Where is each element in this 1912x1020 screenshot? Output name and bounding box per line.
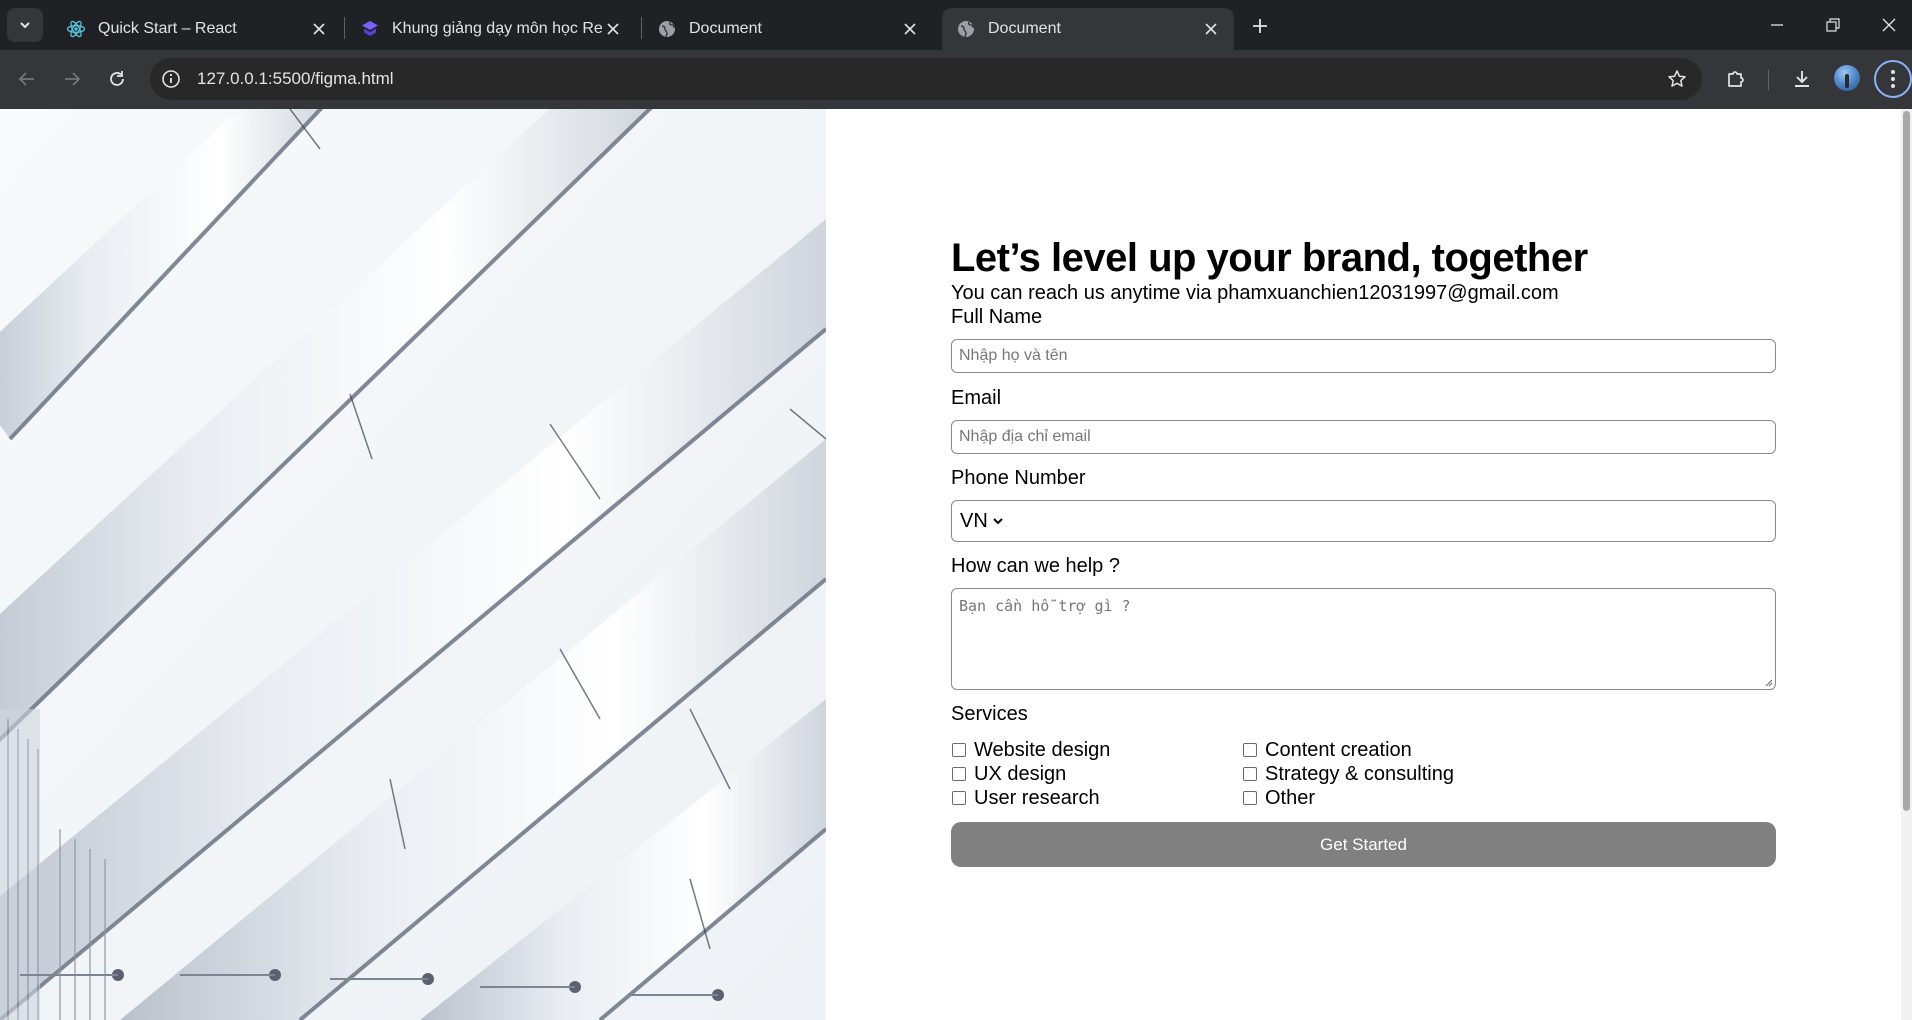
bookmark-star-icon[interactable] — [1666, 68, 1688, 90]
services-checklist: Website design Content creation UX desig… — [951, 738, 1776, 810]
full-name-label: Full Name — [951, 306, 1043, 328]
checkbox[interactable] — [1243, 743, 1257, 757]
arrow-right-icon — [65, 72, 81, 86]
service-content-creation[interactable]: Content creation — [1242, 738, 1533, 762]
browser-toolbar: 127.0.0.1:5500/figma.html — [0, 50, 1912, 109]
page-viewport: Let’s level up your brand, together You … — [0, 109, 1912, 1020]
close-icon[interactable] — [310, 20, 328, 38]
url-text[interactable]: 127.0.0.1:5500/figma.html — [197, 69, 394, 89]
reload-button[interactable] — [101, 63, 133, 95]
restore-button[interactable] — [1818, 10, 1848, 40]
minimize-icon — [1771, 24, 1783, 26]
tab-title: Quick Start – React — [98, 20, 237, 37]
plus-icon — [1253, 19, 1267, 33]
restore-icon — [1826, 18, 1840, 32]
address-bar[interactable]: 127.0.0.1:5500/figma.html — [150, 58, 1702, 100]
checkbox[interactable] — [952, 743, 966, 757]
back-button[interactable] — [11, 63, 43, 95]
service-user-research[interactable]: User research — [951, 786, 1242, 810]
close-window-button[interactable] — [1874, 10, 1904, 40]
close-icon[interactable] — [901, 20, 919, 38]
globe-icon — [956, 19, 976, 39]
hero-image — [0, 109, 826, 1020]
form-headline: Let’s level up your brand, together — [951, 236, 1588, 280]
tab-document-active[interactable]: Document — [942, 8, 1234, 50]
tab-course-outline[interactable]: Khung giảng dạy môn học React — [346, 8, 636, 50]
browser-menu-button[interactable] — [1874, 60, 1912, 98]
resize-grip-icon[interactable] — [1763, 677, 1773, 687]
chevron-down-icon — [20, 22, 30, 29]
minimize-button[interactable] — [1762, 10, 1792, 40]
tab-title: Khung giảng dạy môn học React — [392, 20, 602, 37]
tab-strip: Quick Start – React Khung giảng dạy môn … — [0, 0, 1912, 50]
reload-icon — [110, 71, 124, 86]
checkbox[interactable] — [952, 791, 966, 805]
email-label: Email — [951, 387, 1002, 409]
tab-title: Document — [988, 20, 1061, 37]
extensions-button[interactable] — [1720, 63, 1752, 95]
new-tab-button[interactable] — [1247, 13, 1273, 39]
service-strategy-consulting[interactable]: Strategy & consulting — [1242, 762, 1533, 786]
phone-label: Phone Number — [951, 467, 1086, 489]
downloads-button[interactable] — [1786, 63, 1818, 95]
profile-avatar[interactable] — [1834, 65, 1860, 91]
services-label: Services — [951, 703, 1028, 725]
close-icon[interactable] — [1202, 20, 1220, 38]
service-ux-design[interactable]: UX design — [951, 762, 1242, 786]
help-placeholder: Bạn cần hỗ trợ gì ? — [959, 597, 1131, 615]
chevron-down-icon — [993, 518, 1003, 525]
email-input[interactable]: Nhập địa chỉ email — [951, 420, 1776, 454]
help-textarea[interactable]: Bạn cần hỗ trợ gì ? — [951, 588, 1776, 690]
page-scrollbar[interactable] — [1901, 109, 1912, 1020]
arrow-left-icon — [18, 72, 34, 86]
course-icon — [360, 19, 380, 39]
checkbox[interactable] — [1243, 791, 1257, 805]
tab-divider — [641, 17, 642, 39]
download-icon — [1795, 71, 1809, 87]
checkbox[interactable] — [952, 767, 966, 781]
forward-button[interactable] — [56, 63, 88, 95]
tab-divider — [344, 17, 345, 39]
globe-icon — [657, 19, 677, 39]
tab-search-button[interactable] — [7, 8, 43, 42]
service-other[interactable]: Other — [1242, 786, 1533, 810]
tab-quick-start[interactable]: Quick Start – React — [52, 8, 342, 50]
full-name-placeholder: Nhập họ và tên — [959, 347, 1068, 364]
checkbox[interactable] — [1243, 767, 1257, 781]
scrollbar-thumb[interactable] — [1903, 111, 1910, 811]
email-placeholder: Nhập địa chỉ email — [959, 428, 1091, 445]
country-code-select[interactable]: VN — [960, 510, 988, 533]
react-icon — [66, 19, 86, 39]
contact-subline: You can reach us anytime via phamxuanchi… — [951, 282, 1559, 304]
get-started-button[interactable]: Get Started — [951, 822, 1776, 867]
puzzle-icon — [1728, 71, 1744, 87]
contact-form: Let’s level up your brand, together You … — [951, 235, 1776, 867]
more-vertical-icon — [1891, 70, 1895, 88]
site-info-icon[interactable] — [160, 68, 182, 90]
close-icon — [1882, 18, 1896, 32]
close-icon[interactable] — [604, 20, 622, 38]
toolbar-divider — [1768, 70, 1769, 90]
tab-title: Document — [689, 20, 762, 37]
help-label: How can we help ? — [951, 555, 1120, 577]
tab-document-1[interactable]: Document — [643, 8, 933, 50]
phone-input[interactable]: VN — [951, 500, 1776, 542]
full-name-input[interactable]: Nhập họ và tên — [951, 339, 1776, 373]
service-website-design[interactable]: Website design — [951, 738, 1242, 762]
